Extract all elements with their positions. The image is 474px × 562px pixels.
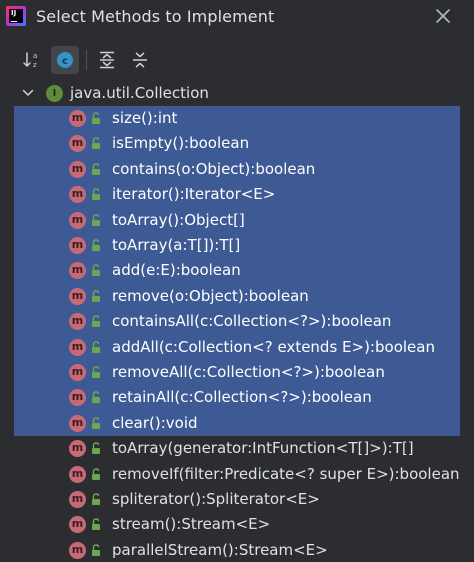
- public-access-lock-icon: [92, 467, 100, 480]
- method-icon: m: [69, 516, 86, 534]
- public-access-lock-icon: [92, 264, 100, 277]
- method-icon: m: [69, 313, 86, 331]
- public-access-lock-icon: [92, 137, 100, 150]
- method-label: addAll(c:Collection<? extends E>):boolea…: [112, 337, 435, 356]
- method-row[interactable]: m toArray():Object[]: [14, 208, 460, 233]
- method-row[interactable]: m parallelStream():Stream<E>: [14, 538, 460, 562]
- method-row[interactable]: m toArray(a:T[]):T[]: [14, 233, 460, 258]
- method-label: removeAll(c:Collection<?>):boolean: [112, 363, 385, 381]
- method-icon: m: [69, 414, 86, 432]
- method-icon: m: [69, 440, 86, 458]
- expand-all-icon: [100, 51, 114, 69]
- method-icon: m: [69, 160, 86, 178]
- collapse-all-button[interactable]: [126, 46, 154, 74]
- method-icon: m: [69, 389, 86, 407]
- method-row[interactable]: m containsAll(c:Collection<?>):boolean: [14, 309, 460, 334]
- public-access-lock-icon: [92, 391, 100, 404]
- interface-icon: I: [46, 85, 63, 102]
- method-label: remove(o:Object):boolean: [112, 286, 309, 305]
- collapse-all-icon: [133, 52, 147, 68]
- toolbar: a z c: [0, 44, 474, 76]
- method-label: parallelStream():Stream<E>: [112, 540, 328, 559]
- method-label: iterator():Iterator<E>: [112, 185, 276, 204]
- method-row[interactable]: m add(e:E):boolean: [14, 258, 460, 283]
- method-label: removeIf(filter:Predicate<? super E>):bo…: [112, 464, 460, 483]
- method-icon: m: [69, 287, 86, 305]
- expand-all-button[interactable]: [93, 46, 121, 74]
- public-access-lock-icon: [92, 518, 100, 531]
- method-label: toArray(a:T[]):T[]: [112, 236, 241, 254]
- public-access-lock-icon: [92, 239, 100, 251]
- public-access-lock-icon: [92, 315, 100, 328]
- public-access-lock-icon: [92, 112, 100, 124]
- public-access-lock-icon: [92, 417, 100, 429]
- method-icon: m: [69, 541, 86, 559]
- svg-text:c: c: [62, 56, 68, 67]
- method-label: add(e:E):boolean: [112, 261, 241, 280]
- svg-text:z: z: [33, 61, 37, 69]
- method-icon: m: [69, 186, 86, 204]
- method-icon: m: [69, 211, 86, 229]
- method-label: contains(o:Object):boolean: [112, 159, 316, 178]
- method-row[interactable]: m isEmpty():boolean: [14, 131, 460, 156]
- method-row[interactable]: m removeAll(c:Collection<?>):boolean: [14, 360, 460, 385]
- method-row[interactable]: m retainAll(c:Collection<?>):boolean: [14, 385, 460, 410]
- title-bar: IJ Select Methods to Implement: [0, 0, 474, 34]
- method-label: stream():Stream<E>: [112, 515, 271, 534]
- method-row[interactable]: m iterator():Iterator<E>: [14, 182, 460, 207]
- method-label: retainAll(c:Collection<?>):boolean: [112, 388, 372, 407]
- public-access-lock-icon: [92, 442, 100, 455]
- dialog-title: Select Methods to Implement: [36, 7, 275, 26]
- close-icon[interactable]: [432, 5, 454, 27]
- method-icon: m: [69, 338, 86, 356]
- show-classes-icon: c: [57, 52, 73, 68]
- tree-root-row[interactable]: I java.util.Collection: [14, 80, 460, 106]
- chevron-down-icon[interactable]: [20, 85, 36, 101]
- method-label: toArray(generator:IntFunction<T[]>):T[]: [112, 439, 414, 458]
- sort-alphabetically-icon: a z: [23, 52, 37, 69]
- intellij-idea-icon: IJ: [6, 6, 26, 26]
- public-access-lock-icon: [92, 290, 100, 302]
- public-access-lock-icon: [92, 493, 100, 505]
- method-icon: m: [69, 465, 86, 483]
- tree-root-label: java.util.Collection: [70, 84, 209, 102]
- method-icon: m: [69, 364, 86, 381]
- method-row[interactable]: m stream():Stream<E>: [14, 512, 460, 537]
- sort-alphabetically-button[interactable]: a z: [18, 46, 46, 74]
- methods-tree[interactable]: I java.util.Collection m size():int m isEmp…: [14, 80, 460, 562]
- method-row[interactable]: m removeIf(filter:Predicate<? super E>):b…: [14, 462, 460, 487]
- method-row[interactable]: m size():int: [14, 106, 460, 131]
- public-access-lock-icon: [92, 188, 100, 201]
- public-access-lock-icon: [92, 544, 100, 556]
- method-label: isEmpty():boolean: [112, 134, 250, 153]
- public-access-lock-icon: [92, 340, 100, 353]
- toolbar-separator: [86, 50, 87, 70]
- svg-text:a: a: [33, 52, 37, 60]
- method-row[interactable]: m addAll(c:Collection<? extends E>):boole…: [14, 335, 460, 360]
- method-label: toArray():Object[]: [112, 210, 245, 229]
- method-label: containsAll(c:Collection<?>):boolean: [112, 312, 392, 331]
- method-row[interactable]: m clear():void: [14, 411, 460, 436]
- method-icon: m: [69, 237, 86, 254]
- public-access-lock-icon: [92, 213, 100, 226]
- method-label: clear():void: [112, 413, 198, 432]
- method-label: size():int: [112, 109, 178, 127]
- show-classes-button[interactable]: c: [51, 46, 79, 74]
- method-row[interactable]: m remove(o:Object):boolean: [14, 284, 460, 309]
- method-row[interactable]: m spliterator():Spliterator<E>: [14, 487, 460, 512]
- method-label: spliterator():Spliterator<E>: [112, 490, 320, 508]
- method-icon: m: [69, 135, 86, 153]
- method-row[interactable]: m toArray(generator:IntFunction<T[]>):T[]: [14, 436, 460, 461]
- method-row[interactable]: m contains(o:Object):boolean: [14, 157, 460, 182]
- public-access-lock-icon: [92, 163, 100, 175]
- method-icon: m: [69, 262, 86, 280]
- method-icon: m: [69, 491, 86, 508]
- method-icon: m: [69, 110, 86, 127]
- public-access-lock-icon: [92, 366, 100, 378]
